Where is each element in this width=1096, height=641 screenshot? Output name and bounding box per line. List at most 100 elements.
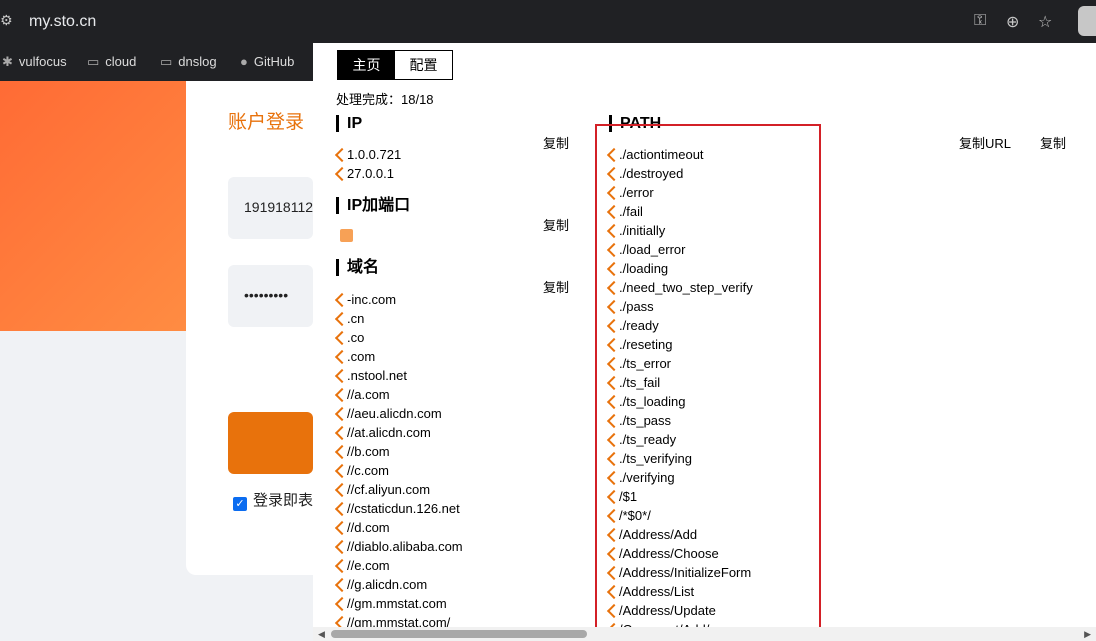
section-title-domain: 域名	[336, 259, 379, 276]
bookmark-cloud[interactable]: ▭ cloud	[87, 54, 136, 70]
list-item[interactable]: ./ready	[605, 316, 753, 335]
agree-checkbox[interactable]: ✓ 登录即表	[233, 489, 313, 511]
star-icon[interactable]: ☆	[1038, 12, 1052, 32]
checkbox-checked-icon[interactable]: ✓	[233, 497, 247, 511]
list-item[interactable]: .nstool.net	[333, 366, 463, 385]
copy-domain-button[interactable]: 复制	[543, 277, 569, 296]
list-item[interactable]: ./ts_fail	[605, 373, 753, 392]
horizontal-scrollbar[interactable]: ◀ ▶	[313, 627, 1096, 641]
bookmark-label: cloud	[105, 54, 137, 69]
list-item[interactable]: /Address/InitializeForm	[605, 563, 753, 582]
section-title-ipport: IP加端口	[336, 197, 410, 214]
list-item[interactable]: ./pass	[605, 297, 753, 316]
password-value: •••••••••	[244, 287, 289, 303]
list-item[interactable]: /Address/Add	[605, 525, 753, 544]
list-item-text: ./ts_verifying	[619, 451, 692, 466]
list-item[interactable]: //a.com	[333, 385, 463, 404]
copy-path-button[interactable]: 复制	[1040, 133, 1066, 152]
tab-home[interactable]: 主页	[338, 51, 395, 79]
list-item-text: //b.com	[347, 444, 390, 459]
list-item[interactable]: //d.com	[333, 518, 463, 537]
list-item[interactable]: ./actiontimeout	[605, 145, 753, 164]
chevron-left-icon	[333, 539, 347, 554]
list-item-text: -inc.com	[347, 292, 397, 307]
scrollbar-thumb[interactable]	[331, 630, 587, 638]
list-item[interactable]: ./need_two_step_verify	[605, 278, 753, 297]
list-item[interactable]: -inc.com	[333, 290, 463, 309]
list-item[interactable]: .cn	[333, 309, 463, 328]
list-item[interactable]: /Address/List	[605, 582, 753, 601]
list-item[interactable]: //c.com	[333, 461, 463, 480]
list-item-text: //gm.mmstat.com	[347, 596, 447, 611]
list-item[interactable]: ./ts_pass	[605, 411, 753, 430]
list-item[interactable]: //diablo.alibaba.com	[333, 537, 463, 556]
scroll-left-icon[interactable]: ◀	[318, 629, 325, 640]
list-item-text: ./ts_fail	[619, 375, 661, 390]
username-field[interactable]: 191918112	[228, 177, 313, 239]
key-icon[interactable]: ⚿	[974, 12, 986, 30]
path-list: ./actiontimeout ./destroyed ./error ./fail.…	[605, 145, 753, 639]
list-item[interactable]: //g.alicdn.com	[333, 575, 463, 594]
copy-url-button[interactable]: 复制URL	[959, 133, 1011, 152]
list-item[interactable]: ./destroyed	[605, 164, 753, 183]
list-item-text: //d.com	[347, 520, 390, 535]
list-item[interactable]: //at.alicdn.com	[333, 423, 463, 442]
chevron-left-icon	[605, 242, 619, 257]
list-item-text: //aeu.alicdn.com	[347, 406, 442, 421]
list-item[interactable]: /Address/Update	[605, 601, 753, 620]
chevron-left-icon	[333, 406, 347, 421]
chevron-left-icon	[605, 432, 619, 447]
list-item[interactable]: //aeu.alicdn.com	[333, 404, 463, 423]
address-bar[interactable]: my.sto.cn	[29, 13, 96, 31]
list-item[interactable]: ./ts_error	[605, 354, 753, 373]
bookmark-label: GitHub	[253, 54, 295, 69]
domain-list: -inc.com .cn .co .com .nstool.net //a.com //ae…	[333, 290, 463, 632]
list-item[interactable]: .co	[333, 328, 463, 347]
list-item[interactable]: //cf.aliyun.com	[333, 480, 463, 499]
list-item[interactable]: ./loading	[605, 259, 753, 278]
scroll-right-icon[interactable]: ▶	[1084, 629, 1091, 640]
tab-config[interactable]: 配置	[395, 51, 452, 79]
chevron-left-icon	[605, 451, 619, 466]
list-item[interactable]: /$1	[605, 487, 753, 506]
list-item[interactable]: ./load_error	[605, 240, 753, 259]
list-item[interactable]: ./verifying	[605, 468, 753, 487]
list-item[interactable]: ./initially	[605, 221, 753, 240]
list-item[interactable]: ./reseting	[605, 335, 753, 354]
list-item[interactable]: ./fail	[605, 202, 753, 221]
list-item[interactable]: //cstaticdun.126.net	[333, 499, 463, 518]
profile-avatar[interactable]	[1078, 6, 1096, 36]
list-item[interactable]: /*$0*/	[605, 506, 753, 525]
list-item[interactable]: ./ts_loading	[605, 392, 753, 411]
list-item-text: .co	[347, 330, 365, 345]
list-item[interactable]: 27.0.0.1	[333, 164, 401, 183]
chevron-left-icon	[333, 444, 347, 459]
bookmark-dnslog[interactable]: ▭ dnslog	[160, 54, 217, 70]
list-item[interactable]: /Address/Choose	[605, 544, 753, 563]
list-item[interactable]: .com	[333, 347, 463, 366]
list-item[interactable]: 1.0.0.721	[333, 145, 401, 164]
list-item[interactable]: //e.com	[333, 556, 463, 575]
github-icon: ●	[240, 54, 248, 69]
list-item[interactable]: ./error	[605, 183, 753, 202]
chevron-left-icon	[605, 584, 619, 599]
hero-banner	[0, 81, 186, 331]
list-item[interactable]: //gm.mmstat.com	[333, 594, 463, 613]
chevron-left-icon	[333, 577, 347, 592]
copy-ip-button[interactable]: 复制	[543, 133, 569, 152]
chevron-left-icon	[333, 330, 347, 345]
list-item[interactable]: ./ts_verifying	[605, 449, 753, 468]
login-button[interactable]	[228, 412, 313, 474]
copy-ipport-button[interactable]: 复制	[543, 215, 569, 234]
bookmark-vulfocus[interactable]: ✱ vulfocus	[2, 54, 67, 70]
site-info-icon[interactable]: ⚙	[0, 12, 18, 30]
bookmark-github[interactable]: ● GitHub	[240, 54, 294, 69]
password-field[interactable]: •••••••••	[228, 265, 313, 327]
list-item[interactable]: //b.com	[333, 442, 463, 461]
list-item-text: //at.alicdn.com	[347, 425, 431, 440]
list-item-text: /$1	[619, 489, 638, 504]
zoom-icon[interactable]: ⊕	[1006, 12, 1019, 32]
list-item-text: //a.com	[347, 387, 390, 402]
chevron-left-icon	[605, 508, 619, 523]
list-item[interactable]: ./ts_ready	[605, 430, 753, 449]
